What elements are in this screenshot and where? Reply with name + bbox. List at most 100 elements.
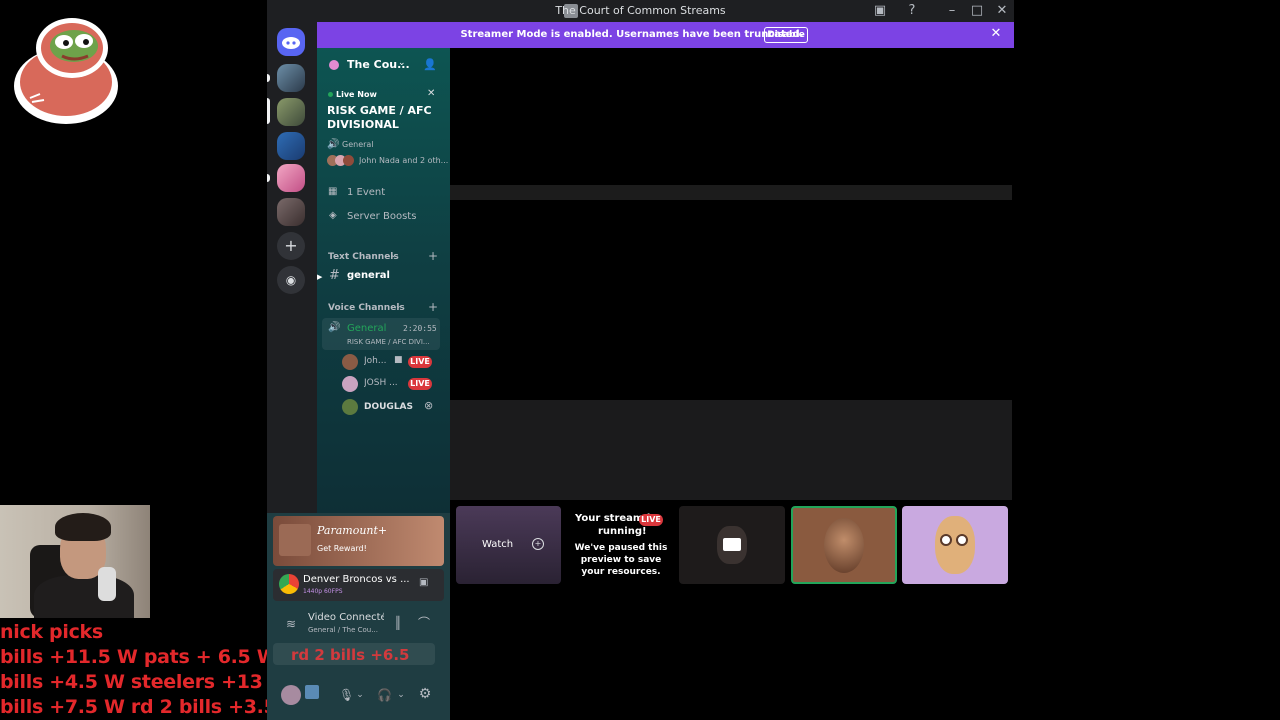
voice-channel-name: General xyxy=(347,323,387,334)
server-boosts-link[interactable]: Server Boosts xyxy=(347,211,416,222)
add-server-icon[interactable]: + xyxy=(277,232,305,260)
channel-general[interactable]: general xyxy=(347,270,390,281)
chevron-down-icon[interactable]: ⌄ xyxy=(355,688,365,702)
activity-card[interactable]: Denver Broncos vs ... 1440p 60FPS ▣ xyxy=(273,569,444,601)
xbox-icon: ⊗ xyxy=(424,399,434,412)
chevron-down-icon[interactable]: ⌄ xyxy=(396,688,406,702)
unread-indicator xyxy=(267,174,270,182)
inbox-icon[interactable]: ▣ xyxy=(872,3,888,19)
server-icon[interactable] xyxy=(277,164,305,192)
pepe-avatar-overlay xyxy=(14,18,118,124)
unread-indicator xyxy=(267,74,270,82)
live-badge: LIVE xyxy=(408,356,432,368)
live-badge: LIVE xyxy=(639,514,663,526)
live-now-label: Live Now xyxy=(336,90,377,99)
picks-line: bills +7.5 W rd 2 bills +3.5 xyxy=(0,696,277,718)
close-banner-icon[interactable]: ✕ xyxy=(989,27,1003,41)
calendar-icon: ▦ xyxy=(328,186,338,197)
paused-subtitle: We've paused this preview to save your r… xyxy=(574,543,668,577)
disable-button[interactable]: Disable xyxy=(764,27,808,43)
noise-suppression-icon[interactable]: ║ xyxy=(391,616,405,630)
chevron-down-icon[interactable]: ⌄ xyxy=(390,250,397,259)
promo-card[interactable]: Paramount+ Get Reward! xyxy=(273,516,444,566)
voice-channel-general[interactable]: 🔊 General 2:20:55 RISK GAME / AFC DIVI..… xyxy=(322,318,440,350)
paused-title-line2: running! xyxy=(598,526,647,537)
disconnect-icon[interactable]: ⌒ xyxy=(417,616,431,630)
live-channel: General xyxy=(342,140,374,149)
stop-stream-icon[interactable]: ▣ xyxy=(419,577,428,588)
live-dot-icon xyxy=(328,92,333,97)
server-icon[interactable] xyxy=(277,198,305,226)
promo-image xyxy=(279,524,311,556)
webcam-feed xyxy=(0,505,150,618)
add-channel-icon[interactable]: + xyxy=(428,249,438,263)
boost-icon: ◈ xyxy=(329,210,337,221)
chevron-down-icon[interactable]: ⌄ xyxy=(398,58,406,68)
voice-member[interactable]: JOSH ... LIVE xyxy=(342,376,442,392)
events-link[interactable]: 1 Event xyxy=(347,187,385,198)
speaker-icon: 🔊 xyxy=(328,322,341,333)
voice-status[interactable]: Video Connecté xyxy=(308,612,384,623)
voice-member[interactable]: DOUGLAS ⊗ xyxy=(342,399,442,415)
headphones-icon[interactable]: 🎧 xyxy=(377,688,392,702)
member-name: DOUGLAS xyxy=(364,402,413,412)
close-window-icon[interactable]: ✕ xyxy=(994,3,1010,19)
settings-gear-icon[interactable]: ⚙ xyxy=(418,687,432,701)
help-icon[interactable]: ? xyxy=(904,3,920,19)
promo-brand: Paramount+ xyxy=(317,524,388,537)
channel-sidebar: The Cou... ⌄ 👤 Live Now ✕ RISK GAME / AF… xyxy=(317,48,450,513)
picks-line: bills +11.5 W pats + 6.5 W xyxy=(0,646,278,668)
invite-people-icon[interactable]: 👤 xyxy=(423,58,437,71)
participant-tile-speaking[interactable] xyxy=(791,506,897,584)
watch-button[interactable]: Watch xyxy=(482,539,513,550)
avatar xyxy=(342,399,358,415)
member-name: JOSH ... xyxy=(364,378,398,388)
avatar xyxy=(342,376,358,392)
member-name: Joh... xyxy=(364,356,387,366)
avatar[interactable] xyxy=(281,685,301,705)
voice-member[interactable]: Joh... ■ LIVE xyxy=(342,354,442,370)
participant-avatar xyxy=(824,518,864,573)
stream-stage: Watch + Your stream is LIVE running! We'… xyxy=(450,48,1014,720)
title-bar: The Court of Common Streams ▣ ? – □ ✕ xyxy=(267,0,1014,22)
add-icon[interactable]: + xyxy=(532,538,544,550)
close-live-icon[interactable]: ✕ xyxy=(427,88,435,99)
server-icon-selected[interactable] xyxy=(277,98,305,126)
glasses-icon xyxy=(940,534,952,546)
camera-icon: ■ xyxy=(394,355,403,365)
picks-title: nick picks xyxy=(0,621,103,643)
live-event-title[interactable]: RISK GAME / AFC DIVISIONAL xyxy=(327,104,437,132)
participant-avatar xyxy=(935,516,975,574)
promo-cta[interactable]: Get Reward! xyxy=(317,544,367,553)
microphone-icon[interactable]: 🎙 xyxy=(339,688,354,702)
stream-tile-watch[interactable]: Watch + xyxy=(456,506,561,584)
user-flag-icon xyxy=(305,685,319,699)
chevron-down-icon[interactable]: ⌄ xyxy=(395,301,402,310)
selected-indicator xyxy=(267,98,270,124)
minimize-icon[interactable]: – xyxy=(944,3,960,19)
camera-icon xyxy=(723,538,741,551)
add-channel-icon[interactable]: + xyxy=(428,300,438,314)
text-channels-category[interactable]: Text Channels xyxy=(328,252,399,262)
participant-tile[interactable] xyxy=(679,506,785,584)
server-icon[interactable] xyxy=(277,64,305,92)
stage-divider xyxy=(450,185,1012,200)
hashtag-icon: # xyxy=(329,268,340,283)
home-icon[interactable] xyxy=(277,28,305,56)
avatar xyxy=(342,354,358,370)
participant-tile[interactable] xyxy=(902,506,1008,584)
voice-activity: RISK GAME / AFC DIVI... xyxy=(347,338,430,346)
chrome-icon xyxy=(279,574,299,594)
server-icon[interactable] xyxy=(277,132,305,160)
voice-channels-category[interactable]: Voice Channels xyxy=(328,303,405,313)
window-title: The Court of Common Streams xyxy=(555,4,726,17)
unread-marker-icon: ▶ xyxy=(317,273,323,281)
voice-timer: 2:20:55 xyxy=(403,324,437,333)
picks-line: bills +4.5 W steelers +13 L xyxy=(0,671,281,693)
discover-icon[interactable]: ◉ xyxy=(277,266,305,294)
discord-window: The Court of Common Streams ▣ ? – □ ✕ + … xyxy=(267,0,1014,720)
voice-location[interactable]: General / The Cou... xyxy=(308,626,378,634)
streamer-mode-banner: Streamer Mode is enabled. Usernames have… xyxy=(317,22,1014,48)
maximize-icon[interactable]: □ xyxy=(969,3,985,19)
live-badge: LIVE xyxy=(408,378,432,390)
